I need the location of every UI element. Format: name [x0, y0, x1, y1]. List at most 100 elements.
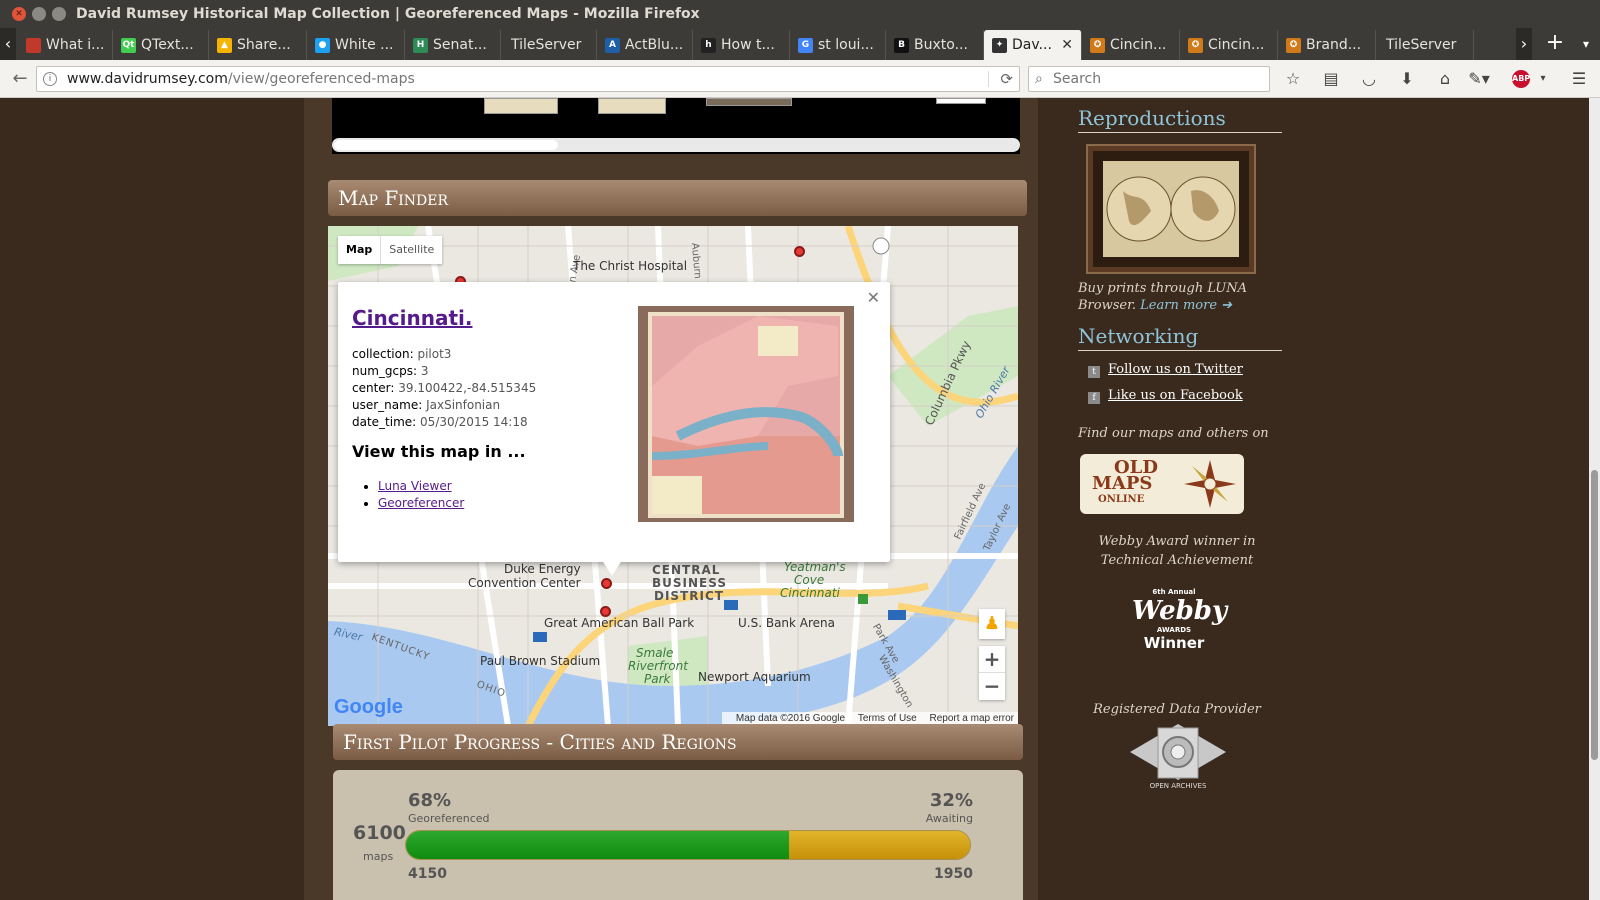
close-icon[interactable]: ✕: [867, 288, 880, 307]
reading-list-icon[interactable]: ▤: [1320, 68, 1342, 90]
site-info-icon[interactable]: i: [43, 72, 57, 86]
carousel-scrollbar[interactable]: [332, 138, 1020, 152]
georeferenced-count: 4150: [408, 866, 447, 882]
tab-8[interactable]: h How t...: [693, 30, 790, 60]
url-bar[interactable]: i www.davidrumsey.com/view/georeferenced…: [36, 66, 1020, 92]
map-marker[interactable]: [600, 606, 611, 617]
tab-14[interactable]: ✪ Brand...: [1278, 30, 1376, 60]
hamburger-menu-icon[interactable]: ☰: [1568, 68, 1590, 90]
map-thumbnail-image[interactable]: [638, 306, 854, 522]
adblock-icon[interactable]: ABP: [1512, 70, 1530, 88]
map-label: CENTRAL: [652, 563, 721, 577]
map-type-satellite-button[interactable]: Satellite: [380, 236, 442, 264]
map-label: Great American Ball Park: [544, 616, 695, 630]
back-arrow-icon[interactable]: ←: [8, 67, 32, 91]
map-label: U.S. Bank Arena: [738, 616, 836, 630]
tab-7[interactable]: A ActBlu...: [597, 30, 693, 60]
map-marker[interactable]: [601, 578, 612, 589]
extension-icon[interactable]: ✎▾: [1468, 68, 1490, 90]
map-info-window: ✕ Cincinnati. collection: pilot3 num_gcps…: [338, 282, 890, 576]
tab-5[interactable]: H Senat...: [405, 30, 501, 60]
open-archives-label: OPEN ARCHIVES: [1149, 782, 1207, 790]
list-item: Georeferencer: [378, 495, 464, 512]
star-icon: ✦: [992, 38, 1007, 53]
tab-9[interactable]: Gst loui...: [790, 30, 886, 60]
carousel-thumbnail[interactable]: [936, 98, 986, 104]
tab-4[interactable]: ● White ...: [307, 30, 405, 60]
webby-annual-text: 6th Annual: [1152, 588, 1196, 596]
tab-label: Dav...: [1012, 37, 1052, 53]
download-icon[interactable]: ⬇: [1396, 68, 1418, 90]
new-tab-button[interactable]: +: [1542, 28, 1568, 60]
tab-13[interactable]: ✪ Cincin...: [1180, 30, 1278, 60]
tab-list-chevron-icon[interactable]: ▾: [1576, 28, 1596, 60]
map-label: The Christ Hospital: [573, 259, 688, 273]
find-maps-text: Find our maps and others on: [1078, 426, 1269, 441]
street-view-pegman-icon[interactable]: ♟: [979, 609, 1005, 639]
info-window-title-link[interactable]: Cincinnati.: [352, 306, 472, 330]
framed-map-print-image[interactable]: [1088, 146, 1254, 272]
terms-of-use-link[interactable]: Terms of Use: [858, 713, 917, 724]
carousel-thumbnail[interactable]: [706, 98, 792, 106]
close-tab-icon[interactable]: ✕: [1061, 30, 1073, 60]
search-input[interactable]: [1053, 69, 1263, 89]
tab-2[interactable]: Qt QText...: [113, 30, 209, 60]
tab-3[interactable]: ▲ Share...: [209, 30, 307, 60]
home-icon[interactable]: ⌂: [1434, 68, 1456, 90]
tab-scroll-left-icon[interactable]: ‹: [0, 28, 16, 60]
tab-scroll-right-icon[interactable]: ›: [1516, 28, 1532, 60]
carousel-thumbnail[interactable]: [598, 98, 666, 114]
url-divider: [988, 71, 989, 87]
awaiting-label: Awaiting: [925, 812, 973, 825]
learn-more-link[interactable]: Learn more ➔: [1140, 298, 1232, 313]
webby-text: Webby: [1132, 596, 1228, 626]
map-widget[interactable]: The Christ Hospital Clifton Ave Auburn A…: [328, 226, 1018, 726]
window-title: David Rumsey Historical Map Collection |…: [76, 6, 700, 22]
window-minimize-button[interactable]: [32, 7, 46, 21]
zoom-control: + −: [979, 646, 1005, 700]
zoom-out-button[interactable]: −: [979, 673, 1005, 700]
info-field-value: 3: [420, 364, 429, 378]
open-archives-logo[interactable]: OPEN ARCHIVES: [1128, 720, 1228, 790]
georeferenced-percent: 68%: [408, 790, 452, 811]
tab-10[interactable]: B Buxto...: [886, 30, 984, 60]
map-marker[interactable]: [794, 246, 805, 257]
adblock-menu-chevron-icon[interactable]: ▾: [1532, 68, 1554, 90]
search-bar[interactable]: ⌕: [1028, 66, 1270, 92]
url-host: www.davidrumsey.com: [67, 71, 228, 87]
tab-label: What i...: [46, 37, 105, 53]
pocket-icon[interactable]: ◡: [1358, 68, 1380, 90]
page-scrollbar[interactable]: [1589, 98, 1600, 900]
old-maps-online-logo[interactable]: OLD MAPS ONLINE: [1080, 454, 1244, 514]
tab-label: Senat...: [433, 37, 487, 53]
georeferencer-link[interactable]: Georeferencer: [378, 496, 464, 510]
info-field-row: user_name: JaxSinfonian: [352, 397, 536, 414]
zoom-in-button[interactable]: +: [979, 646, 1005, 673]
window-maximize-button[interactable]: [52, 7, 66, 21]
facebook-link[interactable]: f Like us on Facebook: [1088, 388, 1243, 404]
twitter-link[interactable]: t Follow us on Twitter: [1088, 362, 1243, 378]
luna-viewer-link[interactable]: Luna Viewer: [378, 479, 452, 493]
tab-15[interactable]: TileServer: [1376, 30, 1474, 60]
reload-icon[interactable]: ⟳: [1000, 67, 1013, 91]
buy-prints-text: Buy prints through LUNA Browser. Learn m…: [1078, 280, 1278, 314]
bookmark-star-icon[interactable]: ☆: [1282, 68, 1304, 90]
actblue-icon: A: [605, 38, 620, 53]
carousel-scroll-thumb[interactable]: [334, 140, 558, 150]
tab-6[interactable]: TileServer: [501, 30, 597, 60]
info-field-key: date_time:: [352, 415, 417, 429]
info-field-key: collection:: [352, 347, 414, 361]
window-close-button[interactable]: ✕: [12, 7, 26, 21]
awaiting-percent: 32%: [929, 790, 973, 811]
search-icon: ⌕: [1035, 71, 1043, 87]
tab-11[interactable]: ✦ Dav... ✕: [984, 30, 1082, 60]
carousel-thumbnail[interactable]: [484, 98, 558, 114]
tab-label: TileServer: [1386, 37, 1457, 53]
tab-1[interactable]: What i...: [18, 30, 113, 60]
report-map-error-link[interactable]: Report a map error: [930, 713, 1014, 724]
tab-12[interactable]: ✪ Cincin...: [1082, 30, 1180, 60]
map-label: Cove: [794, 573, 825, 587]
map-type-map-button[interactable]: Map: [338, 236, 380, 264]
page-scrollbar-thumb[interactable]: [1591, 470, 1598, 760]
info-field-row: date_time: 05/30/2015 14:18: [352, 414, 536, 431]
